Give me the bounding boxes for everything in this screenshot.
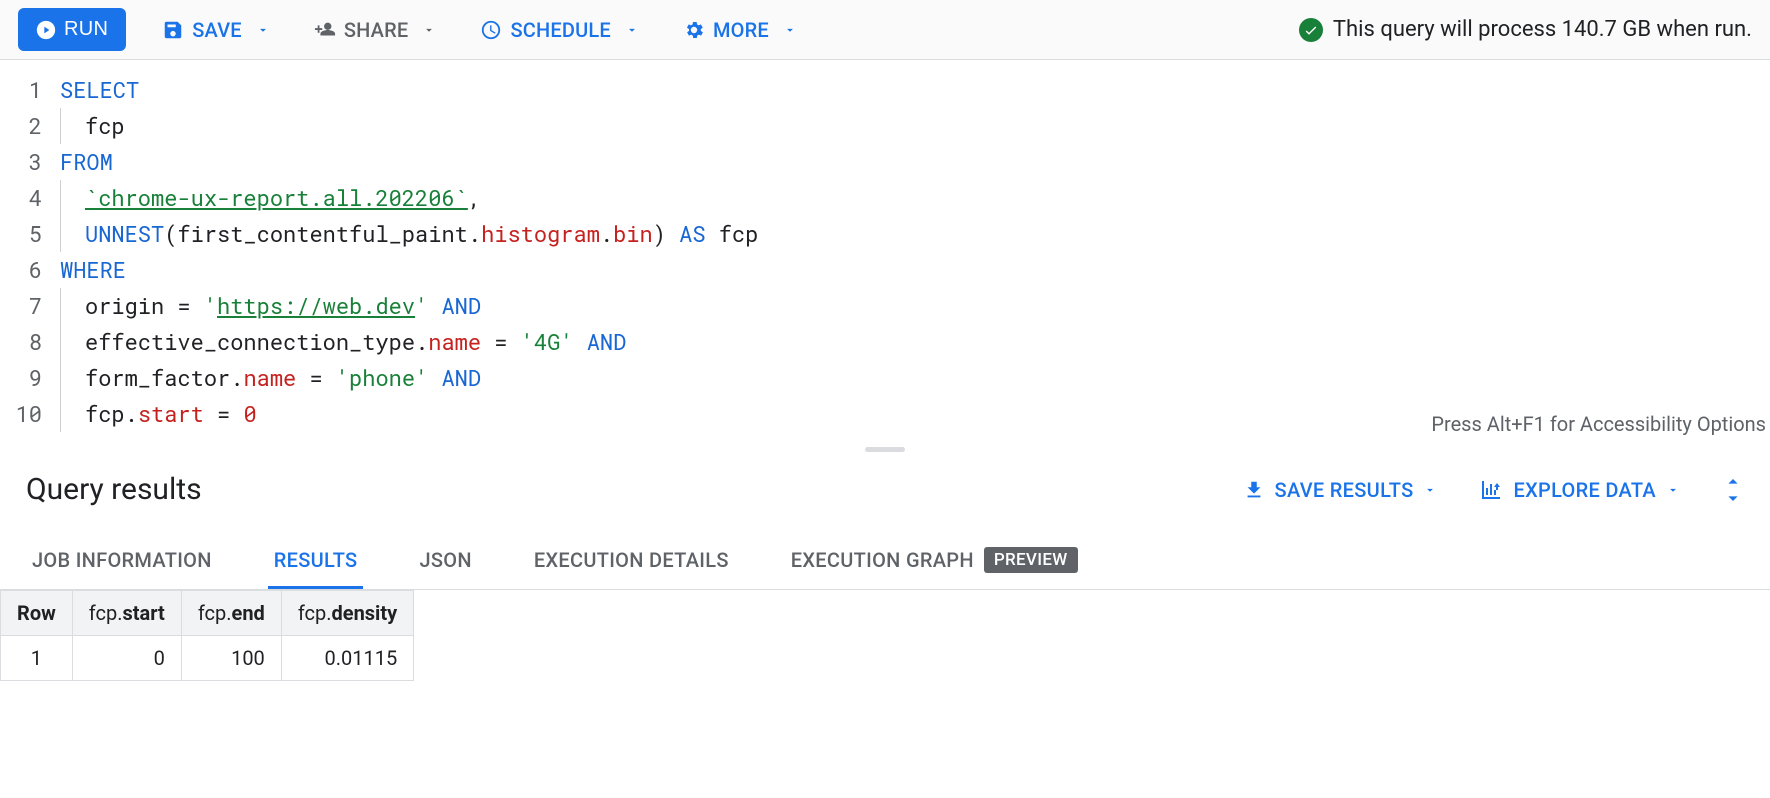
- run-button[interactable]: RUN: [18, 8, 126, 51]
- status-text: This query will process 140.7 GB when ru…: [1333, 17, 1752, 42]
- caret-down-icon: [422, 23, 436, 37]
- schedule-icon: [480, 19, 502, 41]
- line-number: 2: [12, 108, 42, 144]
- tab-results[interactable]: RESULTS: [268, 534, 364, 589]
- line-number: 4: [12, 180, 42, 216]
- table-cell: 1: [1, 636, 73, 681]
- expand-collapse-toggle[interactable]: [1722, 476, 1744, 504]
- table-cell: 0: [72, 636, 181, 681]
- schedule-label: SCHEDULE: [510, 18, 611, 42]
- line-number: 9: [12, 360, 42, 396]
- line-number: 5: [12, 216, 42, 252]
- play-circle-icon: [36, 20, 56, 40]
- tab-job-information[interactable]: JOB INFORMATION: [26, 534, 218, 589]
- query-status: This query will process 140.7 GB when ru…: [1299, 17, 1752, 42]
- tab-execution-graph[interactable]: EXECUTION GRAPH PREVIEW: [785, 533, 1084, 590]
- code-line[interactable]: WHERE: [60, 252, 1770, 288]
- code-line[interactable]: UNNEST(first_contentful_paint.histogram.…: [60, 216, 1770, 252]
- line-number: 3: [12, 144, 42, 180]
- unfold-icon: [1722, 476, 1744, 504]
- code-line[interactable]: origin = 'https://web.dev' AND: [60, 288, 1770, 324]
- column-header: fcp.start: [72, 591, 181, 636]
- pane-resize-handle[interactable]: [0, 444, 1770, 454]
- results-tabs: JOB INFORMATION RESULTS JSON EXECUTION D…: [0, 533, 1770, 590]
- code-line[interactable]: fcp: [60, 108, 1770, 144]
- caret-down-icon: [783, 23, 797, 37]
- results-header: Query results SAVE RESULTS EXPLORE DATA: [0, 454, 1770, 533]
- accessibility-hint: Press Alt+F1 for Accessibility Options: [1431, 406, 1766, 442]
- table-cell: 100: [181, 636, 281, 681]
- sql-editor[interactable]: 12345678910 SELECTfcpFROM`chrome-ux-repo…: [0, 60, 1770, 444]
- table-row: 101000.01115: [1, 636, 414, 681]
- chart-icon: [1479, 478, 1503, 502]
- caret-down-icon: [256, 23, 270, 37]
- code-line[interactable]: form_factor.name = 'phone' AND: [60, 360, 1770, 396]
- caret-down-icon: [1666, 483, 1680, 497]
- share-label: SHARE: [344, 18, 409, 42]
- more-button[interactable]: MORE: [675, 14, 805, 46]
- gear-icon: [683, 19, 705, 41]
- line-number: 7: [12, 288, 42, 324]
- code-area[interactable]: SELECTfcpFROM`chrome-ux-report.all.20220…: [60, 60, 1770, 444]
- save-results-label: SAVE RESULTS: [1275, 478, 1414, 502]
- line-gutter: 12345678910: [0, 60, 60, 444]
- save-results-button[interactable]: SAVE RESULTS: [1243, 478, 1438, 502]
- column-header: fcp.end: [181, 591, 281, 636]
- code-line[interactable]: effective_connection_type.name = '4G' AN…: [60, 324, 1770, 360]
- person-add-icon: [314, 19, 336, 41]
- save-button[interactable]: SAVE: [154, 14, 278, 46]
- line-number: 6: [12, 252, 42, 288]
- schedule-button[interactable]: SCHEDULE: [472, 14, 647, 46]
- tab-execution-details[interactable]: EXECUTION DETAILS: [528, 534, 735, 589]
- check-circle-icon: [1299, 18, 1323, 42]
- results-table: Rowfcp.startfcp.endfcp.density101000.011…: [0, 590, 414, 681]
- more-label: MORE: [713, 18, 769, 42]
- line-number: 10: [12, 396, 42, 432]
- preview-badge: PREVIEW: [984, 547, 1078, 573]
- results-title: Query results: [26, 472, 202, 507]
- column-header: fcp.density: [281, 591, 413, 636]
- code-line[interactable]: FROM: [60, 144, 1770, 180]
- explore-data-button[interactable]: EXPLORE DATA: [1479, 478, 1680, 502]
- query-toolbar: RUN SAVE SHARE SCHEDULE MORE This query …: [0, 0, 1770, 60]
- run-label: RUN: [64, 18, 108, 41]
- line-number: 1: [12, 72, 42, 108]
- save-icon: [162, 19, 184, 41]
- line-number: 8: [12, 324, 42, 360]
- code-line[interactable]: SELECT: [60, 72, 1770, 108]
- caret-down-icon: [625, 23, 639, 37]
- explore-data-label: EXPLORE DATA: [1513, 478, 1656, 502]
- caret-down-icon: [1423, 483, 1437, 497]
- save-label: SAVE: [192, 18, 242, 42]
- table-cell: 0.01115: [281, 636, 413, 681]
- share-button[interactable]: SHARE: [306, 14, 445, 46]
- tab-json[interactable]: JSON: [413, 534, 477, 589]
- code-line[interactable]: `chrome-ux-report.all.202206`,: [60, 180, 1770, 216]
- column-header: Row: [1, 591, 73, 636]
- download-icon: [1243, 479, 1265, 501]
